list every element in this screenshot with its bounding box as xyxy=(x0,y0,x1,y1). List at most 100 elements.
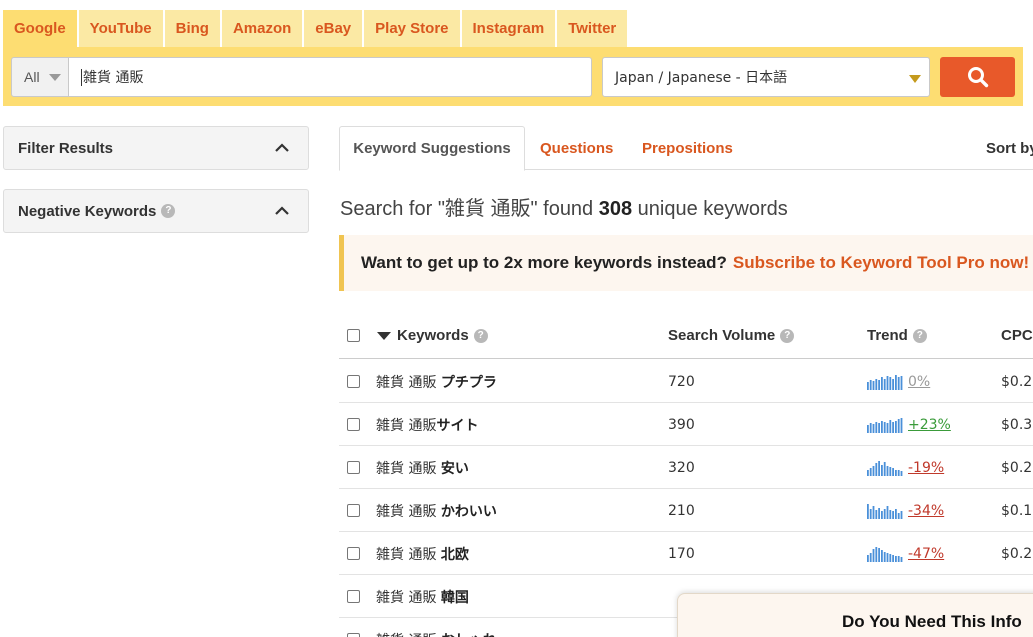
col-trend[interactable]: Trend ? xyxy=(867,312,927,359)
panel-title: Negative Keywords xyxy=(18,202,157,220)
row-checkbox[interactable] xyxy=(347,504,360,517)
spark-bar xyxy=(867,554,869,562)
language-label: Japan / Japanese - 日本語 xyxy=(615,70,788,86)
result-tabs: Keyword Suggestions Questions Prepositio… xyxy=(339,126,1033,171)
spark-bar xyxy=(895,508,897,519)
spark-bar xyxy=(895,420,897,433)
search-icon xyxy=(967,67,988,88)
spark-bar xyxy=(878,507,880,519)
row-checkbox[interactable] xyxy=(347,633,360,637)
spark-bar xyxy=(889,466,892,476)
keyword-cell[interactable]: 雑貨 通販 サイト xyxy=(376,403,478,446)
col-cpc[interactable]: CPC xyxy=(1001,312,1033,359)
spark-bar xyxy=(897,418,900,433)
search-button[interactable] xyxy=(940,57,1015,97)
negative-keywords-panel[interactable]: Negative Keywords ? xyxy=(3,189,309,233)
row-checkbox[interactable] xyxy=(347,418,360,431)
tab-google[interactable]: Google xyxy=(3,10,77,47)
trend-cell: +23% xyxy=(867,403,951,446)
tab-bing[interactable]: Bing xyxy=(164,10,220,47)
trend-percent[interactable]: -34% xyxy=(908,503,944,519)
tab-questions[interactable]: Questions xyxy=(540,126,613,170)
spark-bar xyxy=(892,467,894,476)
keyword-cell[interactable]: 雑貨 通販 プチプラ xyxy=(376,360,497,403)
spark-bar xyxy=(872,423,875,433)
keyword-suffix: 北欧 xyxy=(440,546,469,563)
spark-bar xyxy=(878,379,880,390)
spark-bar xyxy=(875,421,878,433)
trend-sparkline[interactable] xyxy=(867,460,903,476)
select-all-cell xyxy=(347,312,360,359)
col-label: Search Volume xyxy=(668,327,776,344)
spark-bar xyxy=(886,465,889,476)
row-checkbox[interactable] xyxy=(347,375,360,388)
spark-bar xyxy=(900,375,903,390)
tab-instagram[interactable]: Instagram xyxy=(461,10,556,47)
keyword-cell[interactable]: 雑貨 通販 北欧 xyxy=(376,532,469,575)
trend-sparkline[interactable] xyxy=(867,546,903,562)
keyword-suffix: おしゃれ xyxy=(441,630,497,637)
col-keywords[interactable]: Keywords ? xyxy=(377,312,488,359)
trend-percent[interactable]: 0% xyxy=(908,374,930,390)
spark-bar xyxy=(869,552,872,562)
keyword-cell[interactable]: 雑貨 通販 韓国 xyxy=(376,575,469,618)
tab-amazon[interactable]: Amazon xyxy=(221,10,303,47)
help-icon[interactable]: ? xyxy=(912,328,927,343)
col-label: Trend xyxy=(867,327,908,344)
spark-bar xyxy=(883,551,886,562)
tab-play-store[interactable]: Play Store xyxy=(364,10,460,47)
help-icon[interactable]: ? xyxy=(473,328,488,343)
spark-bar xyxy=(881,376,883,390)
keyword-base: 雑貨 通販 xyxy=(376,630,441,637)
spark-bar xyxy=(872,465,875,476)
keyword-base: 雑貨 通販 xyxy=(376,374,441,391)
info-popup[interactable]: Do You Need This Info xyxy=(677,593,1033,637)
language-select[interactable]: Japan / Japanese - 日本語 xyxy=(602,57,930,97)
keyword-cell[interactable]: 雑貨 通販 安い xyxy=(376,446,469,489)
trend-percent[interactable]: +23% xyxy=(908,417,951,433)
search-query: 雑貨 通販 xyxy=(83,70,144,86)
spark-bar xyxy=(878,460,880,476)
select-all-checkbox[interactable] xyxy=(347,329,360,342)
trend-sparkline[interactable] xyxy=(867,503,903,519)
result-count: 308 xyxy=(598,198,633,220)
spark-bar xyxy=(881,420,883,433)
trend-sparkline[interactable] xyxy=(867,417,903,433)
tab-prepositions[interactable]: Prepositions xyxy=(642,126,733,170)
col-label: Keywords xyxy=(397,327,469,344)
search-input[interactable]: 雑貨 通販 xyxy=(68,57,592,97)
spark-bar xyxy=(886,505,889,519)
cpc-cell: $0.23 xyxy=(1001,373,1033,390)
filter-results-panel[interactable]: Filter Results xyxy=(3,126,309,170)
tab-youtube[interactable]: YouTube xyxy=(78,10,163,47)
cpc-cell: $0.18 xyxy=(1001,502,1033,519)
subscribe-link[interactable]: Subscribe to Keyword Tool Pro now! xyxy=(733,253,1029,273)
search-volume-cell: 170 xyxy=(668,545,695,562)
table-header: Keywords ? Search Volume ? Trend ? CPC xyxy=(339,312,1033,359)
help-icon[interactable]: ? xyxy=(780,328,795,343)
row-checkbox[interactable] xyxy=(347,547,360,560)
keyword-suffix: かわいい xyxy=(440,503,497,520)
tab-twitter[interactable]: Twitter xyxy=(557,10,628,47)
promo-banner: Want to get up to 2x more keywords inste… xyxy=(339,235,1033,291)
engine-tabs: Google YouTube Bing Amazon eBay Play Sto… xyxy=(3,10,629,47)
keyword-cell[interactable]: 雑貨 通販 かわいい xyxy=(376,489,497,532)
spark-bar xyxy=(872,548,875,562)
spark-bar xyxy=(889,376,892,390)
keyword-cell[interactable]: 雑貨 通販 おしゃれ xyxy=(376,618,497,637)
trend-percent[interactable]: -19% xyxy=(908,460,944,476)
col-search-volume[interactable]: Search Volume ? xyxy=(668,312,795,359)
tab-ebay[interactable]: eBay xyxy=(304,10,363,47)
spark-bar xyxy=(878,422,880,433)
trend-sparkline[interactable] xyxy=(867,374,903,390)
table-row: 雑貨 通販 かわいい 210 -34% $0.18 xyxy=(339,489,1033,532)
tab-keyword-suggestions[interactable]: Keyword Suggestions xyxy=(339,126,525,171)
row-checkbox[interactable] xyxy=(347,461,360,474)
sort-by-label[interactable]: Sort by xyxy=(986,126,1033,170)
summary-suffix: unique keywords xyxy=(632,198,788,220)
spark-bar xyxy=(867,381,869,390)
row-checkbox[interactable] xyxy=(347,590,360,603)
scope-select[interactable]: All xyxy=(11,57,69,97)
trend-percent[interactable]: -47% xyxy=(908,546,944,562)
help-icon[interactable]: ? xyxy=(161,204,176,218)
